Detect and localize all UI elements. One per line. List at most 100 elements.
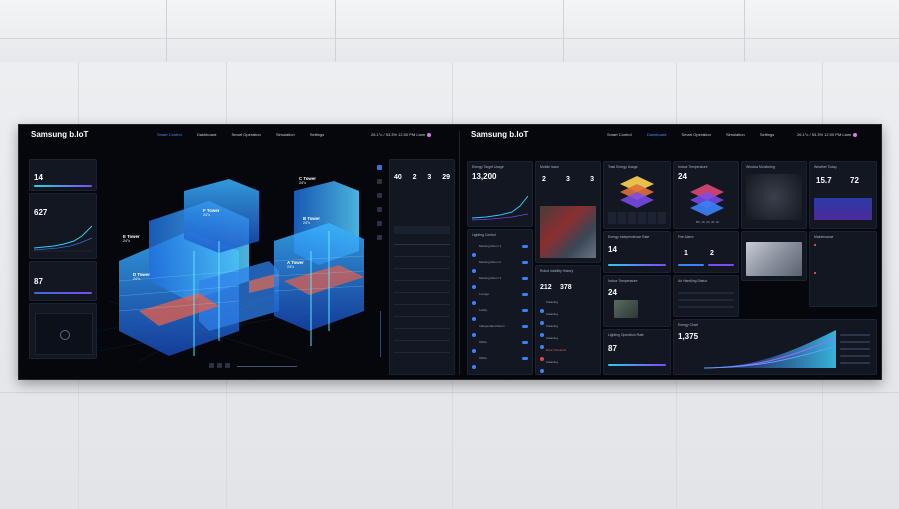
timeline-slider[interactable] [237, 366, 297, 367]
indoor-temperature-panel-2: Indoor Temperature 24 [603, 275, 671, 327]
nav-menu: Smart Control Dashboard Smart Operation … [607, 132, 788, 137]
smart-control-view: Samsung b.IoT Smart Control Dashboard Sm… [19, 125, 459, 379]
toggle[interactable] [522, 309, 528, 312]
tower-label-c[interactable]: C Tower 24°c [299, 176, 316, 185]
indoor-temperature-value-2: 24 [608, 288, 617, 297]
list-item[interactable]: Lobby [472, 308, 528, 324]
status-bar: 26.1°c / 53.3% 12:00 PM Liam [797, 132, 858, 137]
toggle[interactable] [522, 245, 528, 248]
window-camera-view[interactable] [746, 174, 802, 220]
toggle[interactable] [522, 341, 528, 344]
energy-chart-legend [840, 332, 872, 370]
panel-title: Energy Chart [678, 323, 698, 327]
brand-logo: Samsung b.IoT [31, 130, 89, 139]
nav-item-dashboard[interactable]: Dashboard [647, 132, 667, 137]
fire-bar-a [678, 264, 704, 266]
top-nav: Samsung b.IoT Smart Control Dashboard Sm… [19, 125, 459, 143]
temperature-icon[interactable] [377, 179, 382, 184]
camera-icon[interactable] [377, 221, 382, 226]
panel-title: Indoor Temperature [608, 279, 638, 283]
avatar[interactable] [427, 132, 432, 137]
energy-widget: 627 [29, 193, 97, 259]
toggle[interactable] [522, 293, 528, 296]
panel-title: Maintenance [814, 235, 834, 239]
energy-chart-panel: Energy Chart 1,375 [673, 319, 877, 375]
nav-item-smart-operation[interactable]: Smart Operation [232, 132, 261, 137]
status-text: 26.1°c / 53.3% 12:00 PM Liam [797, 132, 852, 137]
indoor-temperature-panel: Indoor Temperature 24 B3, 1F, 2F, 3F, 4F [673, 161, 739, 229]
energy-area-chart [704, 330, 836, 369]
total-energy-panel: Total Energy Usage [603, 161, 671, 229]
layer-icon[interactable] [377, 165, 382, 170]
energy-value: 627 [34, 208, 48, 217]
list-item[interactable]: Office [472, 340, 528, 356]
ptz-control-icon[interactable] [60, 330, 70, 340]
list-item[interactable]: Cleaning [540, 300, 596, 313]
maintenance-panel: Maintenance [809, 231, 877, 307]
avatar[interactable] [853, 132, 858, 137]
air-handling-panel: Air Handling Status [673, 275, 739, 317]
panel-title: Fire Alarm [678, 235, 694, 239]
search-input[interactable] [394, 226, 450, 234]
nav-item-settings[interactable]: Settings [310, 132, 324, 137]
alert-icon[interactable] [377, 235, 382, 240]
list-item[interactable]: Lounge [472, 292, 528, 308]
camera-widget [29, 303, 97, 359]
toggle[interactable] [522, 277, 528, 280]
temperature-bar [34, 185, 92, 187]
tower-label-f[interactable]: F Tower 24°c [203, 208, 220, 217]
equipment-photo[interactable] [746, 242, 802, 276]
list-item[interactable]: Office [472, 356, 528, 372]
energy-independence-panel: Energy Independence Rate 14 [603, 231, 671, 273]
light-icon[interactable] [377, 193, 382, 198]
nav-item-simulation[interactable]: Simulation [276, 132, 295, 137]
toggle[interactable] [522, 325, 528, 328]
status-bar: 26.1°c / 53.3% 12:00 PM Liam [371, 132, 432, 137]
nav-item-smart-operation[interactable]: Smart Operation [682, 132, 711, 137]
floor-slider[interactable] [380, 311, 381, 357]
tower-label-a[interactable]: A Tower 24°c [287, 260, 304, 269]
toggle[interactable] [522, 261, 528, 264]
nav-item-smart-control[interactable]: Smart Control [157, 132, 182, 137]
video-wall-display: Samsung b.IoT Smart Control Dashboard Sm… [18, 124, 882, 380]
tower-label-d[interactable]: D Tower 24°c [133, 272, 150, 281]
nav-menu: Smart Control Dashboard Smart Operation … [157, 132, 338, 137]
percentage-widget: 87 [29, 261, 97, 301]
fire-bar-b [708, 264, 734, 266]
list-item[interactable]: Meeting Room 3 [472, 276, 528, 292]
zoom-icon[interactable] [225, 363, 230, 368]
floor-line [0, 392, 899, 393]
panel-title: Weather Today [814, 165, 837, 169]
facility-photo[interactable] [540, 206, 596, 258]
camera-view[interactable] [35, 313, 93, 355]
nav-item-smart-control[interactable]: Smart Control [607, 132, 632, 137]
nav-item-simulation[interactable]: Simulation [726, 132, 745, 137]
visibility-list: Cleaning Cleaning Cleaning Cleaning Erro… [540, 300, 596, 373]
nav-item-settings[interactable]: Settings [760, 132, 774, 137]
air-icon[interactable] [377, 207, 382, 212]
list-item[interactable]: Cleaning [540, 336, 596, 349]
list-item[interactable]: Error Occurred [540, 348, 596, 361]
visibility-count-a: 212 [540, 284, 552, 291]
lighting-control-panel: Lighting Control Meeting Room 1 Meeting … [467, 229, 533, 375]
list-item[interactable]: Meeting Room 2 [472, 260, 528, 276]
list-item[interactable]: Cleaning [540, 360, 596, 373]
mobile-issue-counts: 2 3 3 [542, 176, 594, 183]
list-item[interactable]: Independent Room [472, 324, 528, 340]
rotate-icon[interactable] [217, 363, 222, 368]
toggle[interactable] [522, 357, 528, 360]
nav-item-dashboard[interactable]: Dashboard [197, 132, 217, 137]
panel-title: Robot visibility History [540, 269, 574, 273]
list-item[interactable]: Cleaning [540, 324, 596, 337]
tower-label-e[interactable]: E Tower 24°c [123, 234, 140, 243]
status-text: 26.1°c / 53.3% 12:00 PM Liam [371, 132, 426, 137]
play-icon[interactable] [209, 363, 214, 368]
robot-visibility-panel: Robot visibility History 212 378 Cleanin… [535, 265, 601, 375]
building-3d-model[interactable]: E Tower 24°c F Tower 24°c D Tower 24°c C To… [98, 161, 370, 362]
temperature-widget: 14 [29, 159, 97, 191]
ceiling [0, 0, 899, 62]
tower-label-b[interactable]: B Tower 24°c [303, 216, 320, 225]
list-item[interactable]: Cleaning [540, 312, 596, 325]
energy-independence-bar [608, 264, 666, 266]
list-item[interactable]: Meeting Room 1 [472, 244, 528, 260]
